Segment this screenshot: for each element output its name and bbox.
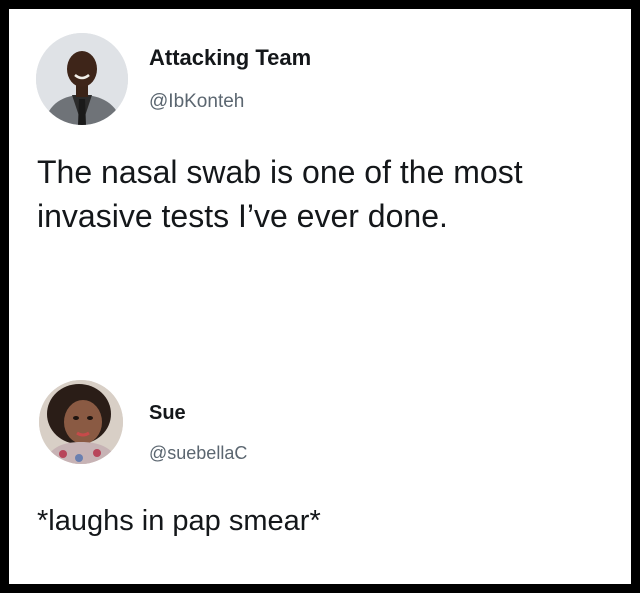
avatar[interactable] [36,33,128,125]
tweet-text: *laughs in pap smear* [37,500,617,542]
avatar[interactable] [39,380,123,464]
profile-photo-icon [36,33,128,125]
tweet-text-line: invasive tests I’ve ever done. [37,198,448,234]
tweet-text-line: The nasal swab is one of the most [37,154,523,190]
tweet-text: The nasal swab is one of the most invasi… [37,150,617,238]
screenshot-frame: Attacking Team @IbKonteh The nasal swab … [9,9,631,584]
tweet-text-line: *laughs in pap smear* [37,505,321,537]
display-name[interactable]: Sue [149,402,186,425]
user-handle[interactable]: @suebellaC [149,443,247,464]
profile-photo-icon [39,380,123,464]
display-name[interactable]: Attacking Team [149,45,311,71]
user-handle[interactable]: @IbKonteh [149,91,244,113]
